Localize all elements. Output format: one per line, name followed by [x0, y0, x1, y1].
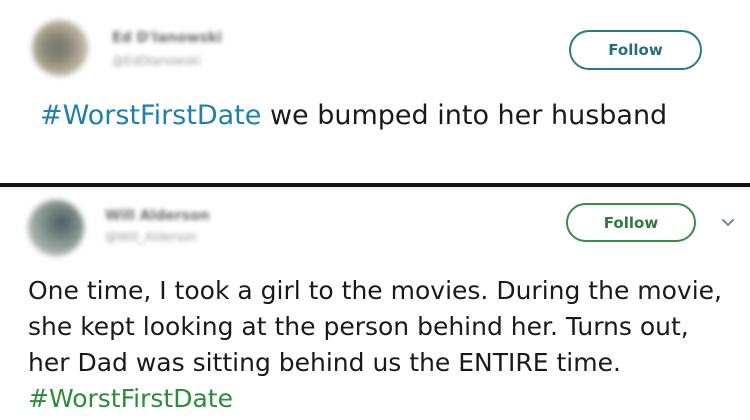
author-name[interactable]: Ed D'Ianowski — [112, 30, 222, 46]
follow-button[interactable]: Follow — [569, 30, 702, 70]
tweet-text: #WorstFirstDate we bumped into her husba… — [40, 96, 720, 136]
tweet-card: Will Alderson @Will_Alderson Follow One … — [0, 190, 750, 420]
tweet-body: One time, I took a girl to the movies. D… — [28, 276, 722, 377]
tweet-body: we bumped into her husband — [261, 100, 668, 131]
hashtag-link[interactable]: #WorstFirstDate — [28, 384, 233, 413]
tweet-text: One time, I took a girl to the movies. D… — [28, 273, 728, 417]
follow-button[interactable]: Follow — [566, 203, 696, 242]
tweet-collage: Ed D'Ianowski @EdDIanowski Follow #Worst… — [0, 0, 750, 420]
hashtag-link[interactable]: #WorstFirstDate — [40, 100, 261, 131]
avatar[interactable] — [28, 200, 84, 256]
author-handle[interactable]: @EdDIanowski — [112, 54, 201, 68]
tweet-card: Ed D'Ianowski @EdDIanowski Follow #Worst… — [0, 0, 750, 180]
avatar[interactable] — [32, 20, 88, 76]
chevron-down-icon[interactable] — [718, 212, 738, 232]
author-name[interactable]: Will Alderson — [105, 208, 210, 224]
author-handle[interactable]: @Will_Alderson — [105, 230, 197, 244]
